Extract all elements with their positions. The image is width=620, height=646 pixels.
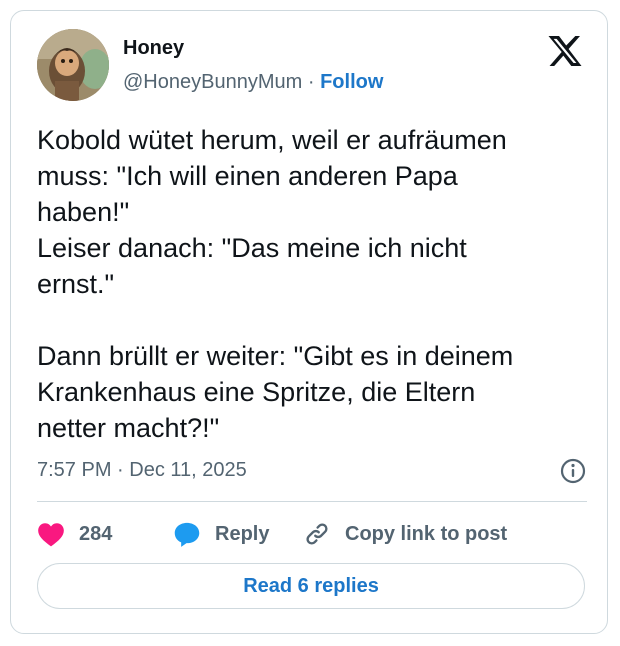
- avatar[interactable]: [37, 29, 109, 101]
- link-icon: [306, 523, 328, 545]
- timestamp[interactable]: 7:57 PM · Dec 11, 2025: [37, 459, 247, 482]
- copy-link-label: Copy link to post: [345, 522, 508, 545]
- info-icon[interactable]: [559, 457, 587, 485]
- author-handle-row: @HoneyBunnyMum · Follow: [123, 71, 383, 94]
- avatar-image: [37, 29, 109, 101]
- copy-link-button[interactable]: Copy link to post: [303, 517, 507, 551]
- like-button[interactable]: 284: [37, 517, 112, 551]
- author-handle[interactable]: @HoneyBunnyMum: [123, 71, 302, 93]
- action-bar: 284 Reply Copy link to post: [37, 517, 587, 551]
- heart-icon: [38, 523, 64, 547]
- follow-link[interactable]: Follow: [320, 71, 383, 93]
- separator-dot: ·: [307, 71, 315, 93]
- reply-bubble-icon: [174, 522, 200, 547]
- like-count: 284: [79, 522, 113, 545]
- tweet-header: Honey @HoneyBunnyMum · Follow: [37, 29, 587, 105]
- tweet-meta: 7:57 PM · Dec 11, 2025: [37, 457, 587, 487]
- divider: [37, 501, 587, 502]
- tweet-card: Honey @HoneyBunnyMum · Follow Kobold wüt…: [10, 10, 608, 634]
- reply-label: Reply: [215, 522, 270, 545]
- tweet-text: Kobold wütet herum, weil er aufräumen mu…: [37, 125, 514, 443]
- x-logo-icon[interactable]: [547, 33, 583, 69]
- read-replies-button[interactable]: Read 6 replies: [37, 563, 585, 609]
- reply-button[interactable]: Reply: [173, 517, 269, 551]
- author-name[interactable]: Honey: [123, 37, 184, 60]
